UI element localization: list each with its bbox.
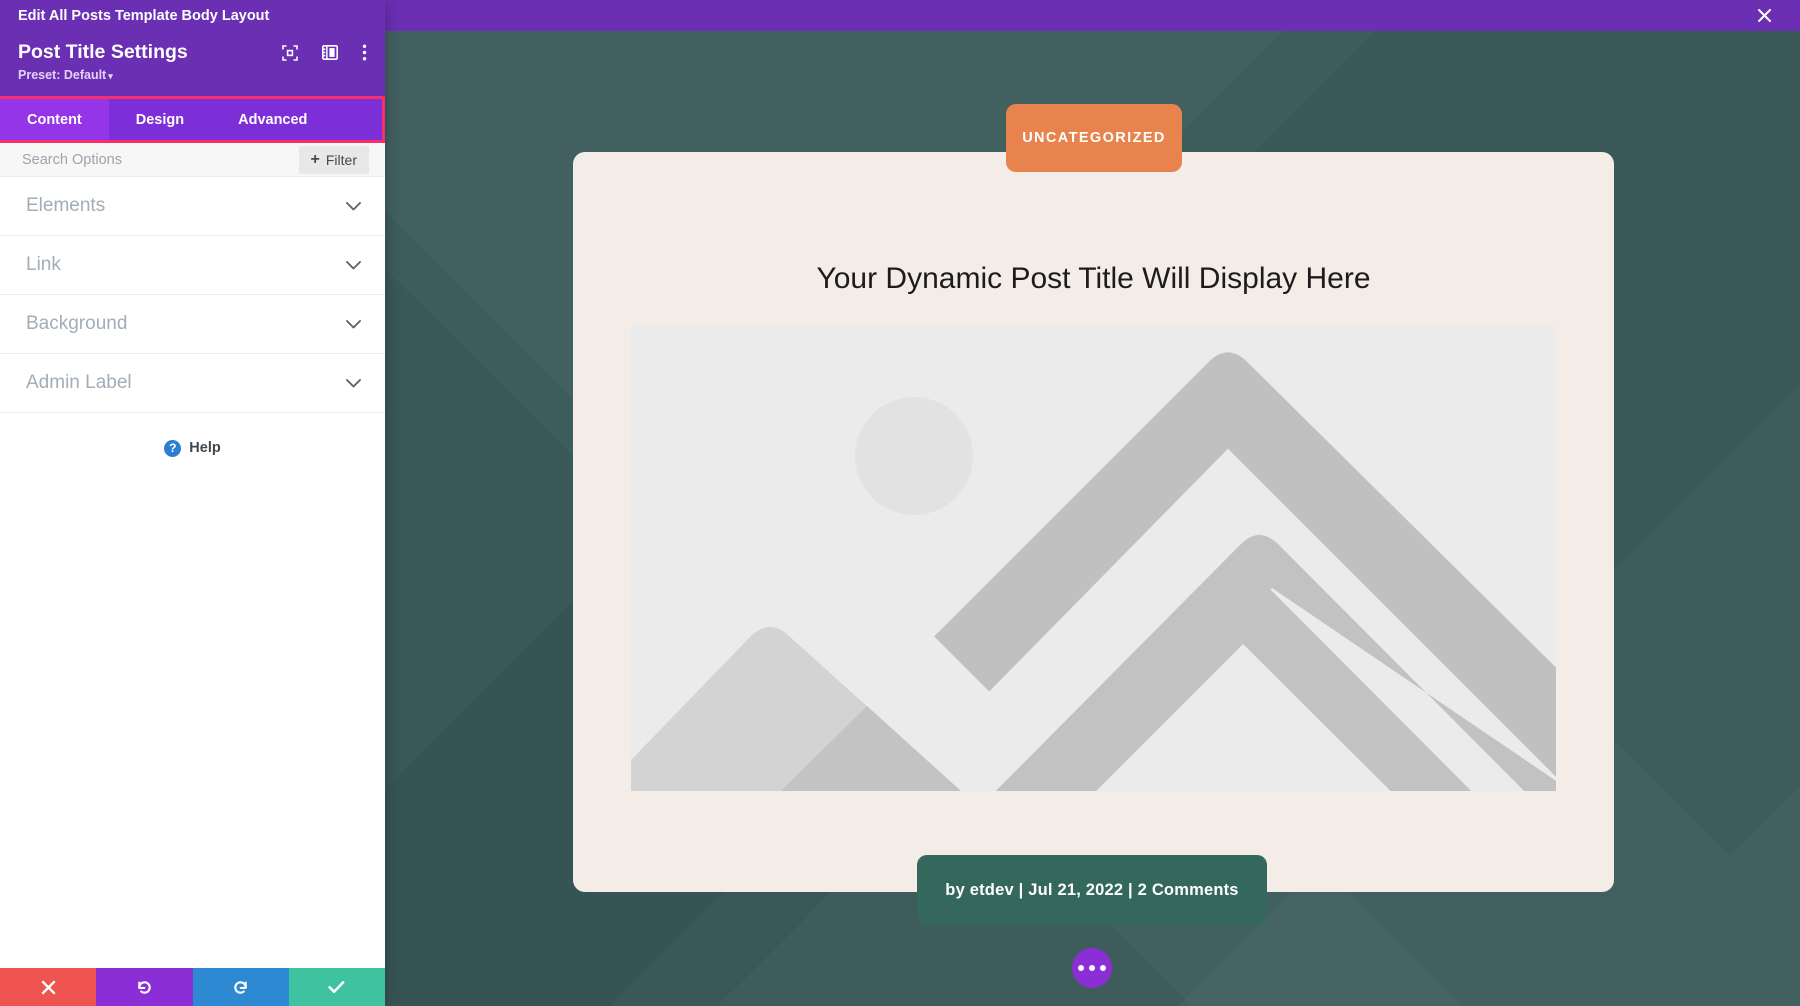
close-icon[interactable] bbox=[1742, 0, 1786, 31]
preset-label: Preset: Default bbox=[18, 68, 107, 82]
layout-columns-icon[interactable] bbox=[322, 45, 338, 60]
post-title: Your Dynamic Post Title Will Display Her… bbox=[816, 262, 1371, 295]
dot bbox=[1089, 965, 1095, 971]
section-label: Link bbox=[26, 254, 61, 275]
module-title: Post Title Settings bbox=[18, 41, 188, 63]
save-button[interactable] bbox=[288, 968, 385, 1006]
section-background[interactable]: Background bbox=[0, 295, 385, 354]
panel-header: Post Title Settings Preset: Default ▾ bbox=[0, 31, 385, 96]
more-options-icon[interactable] bbox=[1072, 948, 1112, 988]
panel-header-icons bbox=[282, 44, 367, 61]
builder-root: Your Dynamic Post Title Will Display Her… bbox=[0, 0, 1800, 1006]
more-vertical-icon[interactable] bbox=[362, 44, 367, 61]
section-link[interactable]: Link bbox=[0, 236, 385, 295]
filter-button[interactable]: + Filter bbox=[298, 145, 369, 174]
section-label: Admin Label bbox=[26, 372, 132, 393]
chevron-down-icon bbox=[346, 260, 361, 270]
settings-tabs: Content Design Advanced bbox=[0, 96, 385, 143]
chevron-down-icon: ▾ bbox=[108, 71, 113, 81]
section-label: Elements bbox=[26, 195, 106, 216]
chevron-down-icon bbox=[346, 319, 361, 329]
module-settings-panel: Edit All Posts Template Body Layout Post… bbox=[0, 0, 385, 1006]
help-button[interactable]: ? Help bbox=[0, 413, 385, 483]
plus-icon: + bbox=[310, 150, 320, 168]
category-badge[interactable]: UNCATEGORIZED bbox=[1006, 104, 1182, 172]
dot bbox=[1100, 965, 1106, 971]
section-label: Background bbox=[26, 313, 128, 334]
cancel-button[interactable] bbox=[0, 968, 97, 1006]
featured-image-placeholder bbox=[631, 326, 1556, 791]
redo-button[interactable] bbox=[192, 968, 289, 1006]
post-card: Your Dynamic Post Title Will Display Her… bbox=[573, 152, 1614, 892]
preset-selector[interactable]: Preset: Default ▾ bbox=[18, 68, 367, 82]
panel-titlebar: Edit All Posts Template Body Layout bbox=[0, 0, 385, 31]
search-input[interactable] bbox=[2, 143, 299, 176]
settings-sections: Elements Link Background Admin Label ? H… bbox=[0, 177, 385, 968]
panel-action-bar bbox=[0, 968, 385, 1006]
tab-advanced[interactable]: Advanced bbox=[211, 99, 334, 140]
section-admin-label[interactable]: Admin Label bbox=[0, 354, 385, 413]
search-row: + Filter bbox=[0, 143, 385, 177]
chevron-down-icon bbox=[346, 378, 361, 388]
post-meta: by etdev | Jul 21, 2022 | 2 Comments bbox=[917, 855, 1267, 925]
tab-content[interactable]: Content bbox=[0, 99, 109, 140]
filter-label: Filter bbox=[325, 151, 357, 168]
focus-target-icon[interactable] bbox=[282, 44, 298, 61]
help-icon: ? bbox=[164, 439, 182, 457]
undo-button[interactable] bbox=[96, 968, 193, 1006]
chevron-down-icon bbox=[346, 201, 361, 211]
tab-design[interactable]: Design bbox=[109, 99, 211, 140]
dot bbox=[1078, 965, 1084, 971]
help-label: Help bbox=[189, 440, 221, 456]
section-elements[interactable]: Elements bbox=[0, 177, 385, 236]
